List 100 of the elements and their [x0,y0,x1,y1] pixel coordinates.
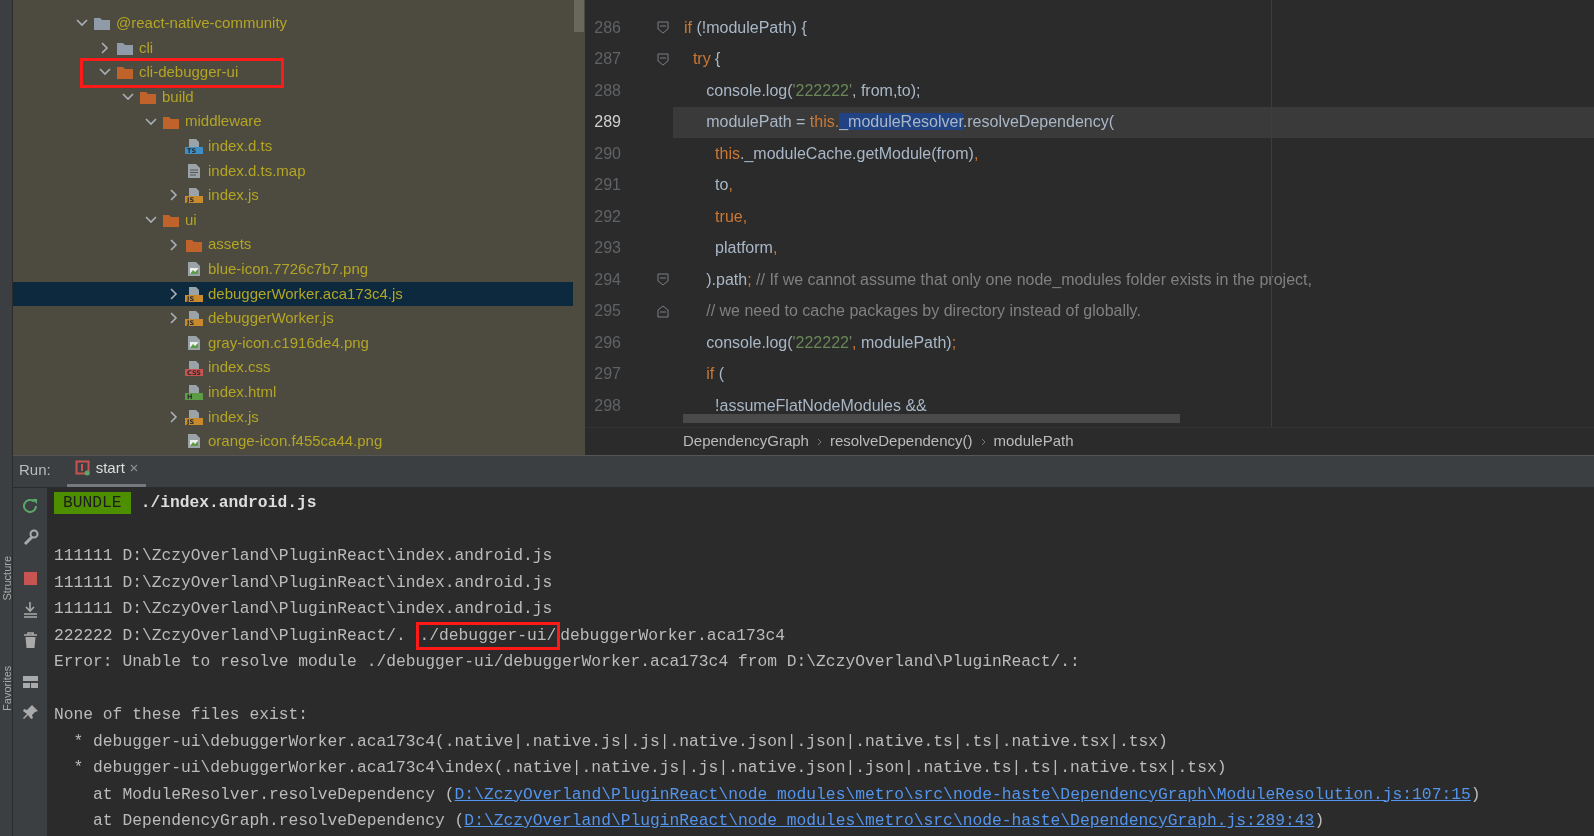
separator-icon [980,437,986,446]
trash-icon[interactable] [21,632,39,649]
line-number: 293 [593,238,621,259]
stop-icon[interactable] [21,570,39,587]
pin-icon[interactable] [21,704,39,721]
tree-item[interactable]: index.d.ts.map [13,158,573,184]
file-name: index.html [208,381,277,402]
code-line: // we need to cache packages by directory instead of globally. [705,301,1141,322]
file-name: ui [185,209,197,230]
line-number: 286 [593,17,621,38]
tree-item[interactable]: assets [13,232,573,257]
code-line: console.log('222222', from,to); [705,80,921,101]
file-name: index.js [208,185,259,206]
line-number: 290 [593,143,621,164]
file-name: assets [208,234,252,255]
console-line: at DependencyGraph.resolveDependency (D:\ZczyOverland\PluginReact\node_modules\metro\src\node-haste\DependencyGraph.js:289:43) [92,810,1325,833]
file-name: index.d.ts [208,136,273,156]
file-name: cli [139,37,154,58]
file-link[interactable]: D:\ZczyOverland\PluginReact\node_modules\metro\src\node-haste\DependencyGraph\ModuleResolution.js:107:15 [454,784,1471,804]
code-line: if ( [705,364,724,385]
console-line: at ModuleResolver.resolveDependency (D:\ZczyOverland\PluginReact\node_modules\metro\src\node-haste\DependencyGraph\ModuleResolution.js:107:15) [92,783,1481,806]
console-line: ./index.android.js [140,492,317,515]
file-name: debuggerWorker.js [208,308,334,329]
fold-icon[interactable] [657,52,669,66]
tree-item[interactable]: @react-native-community [13,11,573,36]
side-tab[interactable]: Favorites [0,653,12,724]
tree-item[interactable]: cli-debugger-ui [13,60,573,85]
file-name: debuggerWorker.aca173c4.js [208,283,403,304]
close-icon [129,463,138,472]
console-line: 111111 D:\ZczyOverland\PluginReact\index.android.js [54,598,553,621]
tree-item[interactable]: gray-icon.c1916de4.png [13,330,573,356]
folder-icon [162,212,180,229]
line-number: 294 [593,269,621,290]
file-name: blue-icon.7726c7b7.png [208,259,369,279]
file-name: index.d.ts.map [208,160,306,181]
run-config-icon [74,459,91,476]
folder-icon [116,64,134,81]
tree-item[interactable]: orange-icon.f455ca44.png [13,429,573,454]
file-name: build [162,86,194,107]
separator-icon [816,437,822,446]
fold-icon[interactable] [657,273,669,287]
wrench-icon[interactable] [21,529,39,546]
layout-icon[interactable] [21,673,39,690]
code-line: !assumeFlatNodeModules && [714,395,927,416]
file-name: index.js [208,406,259,427]
breadcrumb[interactable]: DependencyGraph [683,430,809,453]
code-line: ).path; // If we cannot assume that only one node_modules folder exists in the project, [705,269,1312,290]
file-name: index.css [208,357,271,378]
file-name: gray-icon.c1916de4.png [208,332,369,353]
file-name: @react-native-community [116,13,288,34]
line-number: 292 [593,206,621,227]
code-line: this._moduleCache.getModule(from), [714,143,979,164]
line-number: 296 [593,332,621,353]
code-line: true, [714,206,748,227]
file-name: cli-debugger-ui [139,62,239,83]
code-line: if (!modulePath) { [684,17,807,38]
line-number: 291 [593,175,621,196]
line-number: 289 [593,112,621,133]
line-number: 287 [593,49,621,70]
tree-item[interactable]: build [13,84,573,110]
tree-item[interactable]: middleware [13,109,573,134]
image-file-icon [185,261,203,278]
console-line: 111111 D:\ZczyOverland\PluginReact\index.android.js [54,545,553,568]
fold-icon[interactable] [657,21,669,35]
breadcrumb[interactable]: resolveDependency() [829,430,973,453]
folder-icon [93,15,111,32]
line-number: 297 [593,364,621,385]
line-number: 298 [593,395,621,416]
code-line: console.log('222222', modulePath); [705,332,957,353]
fold-icon[interactable] [657,304,669,318]
console-line: None of these files exist: [54,704,309,727]
tree-item[interactable]: blue-icon.7726c7b7.png [13,256,573,282]
code-line: try { [691,49,721,70]
folder-icon [139,89,157,106]
console-line: 222222 D:\ZczyOverland\PluginReact/. ./debugger-ui/ debuggerWorker.aca173c4 [54,621,786,650]
status-badge: BUNDLE [54,492,131,515]
scroll-to-end-icon[interactable] [21,601,39,618]
panel-label: Run: [19,459,51,480]
horizontal-scrollbar[interactable] [683,414,1180,423]
file-name: middleware [185,111,262,132]
rerun-icon[interactable] [21,498,39,515]
console-line: * debugger-ui\debuggerWorker.aca173c4(.native|.native.js|.js|.native.json|.json|.native.ts|.ts|.native.tsx|.tsx) [72,730,1168,753]
scrollbar-thumb[interactable] [574,0,584,32]
file-name: orange-icon.f455ca44.png [208,431,383,452]
code-line: modulePath = this._moduleResolver.resolveDependency( [705,112,1115,133]
run-tab[interactable]: start [66,456,146,487]
console-line: * debugger-ui\debuggerWorker.aca173c4\index(.native|.native.js|.js|.native.json|.json|.native.ts|.ts|.native.tsx|.tsx) [72,757,1227,780]
image-file-icon [185,335,203,351]
console-line: Error: Unable to resolve module ./debugger-ui/debuggerWorker.aca173c4 from D:\ZczyOverland\PluginReact/.: [54,651,1080,674]
console-line: 111111 D:\ZczyOverland\PluginReact\index.android.js [54,571,553,594]
image-file-icon [185,433,203,450]
line-number: 288 [593,80,621,101]
side-tab[interactable]: Structure [0,543,12,614]
text-file-icon [185,162,203,179]
code-line: platform, [714,238,778,259]
tree-item[interactable]: cli [13,35,573,61]
file-link[interactable]: D:\ZczyOverland\PluginReact\node_modules\metro\src\node-haste\DependencyGraph.js:289:43 [464,811,1315,831]
breadcrumb[interactable]: modulePath [993,430,1074,453]
code-line: to, [714,175,733,196]
tree-item[interactable]: ui [13,207,573,233]
